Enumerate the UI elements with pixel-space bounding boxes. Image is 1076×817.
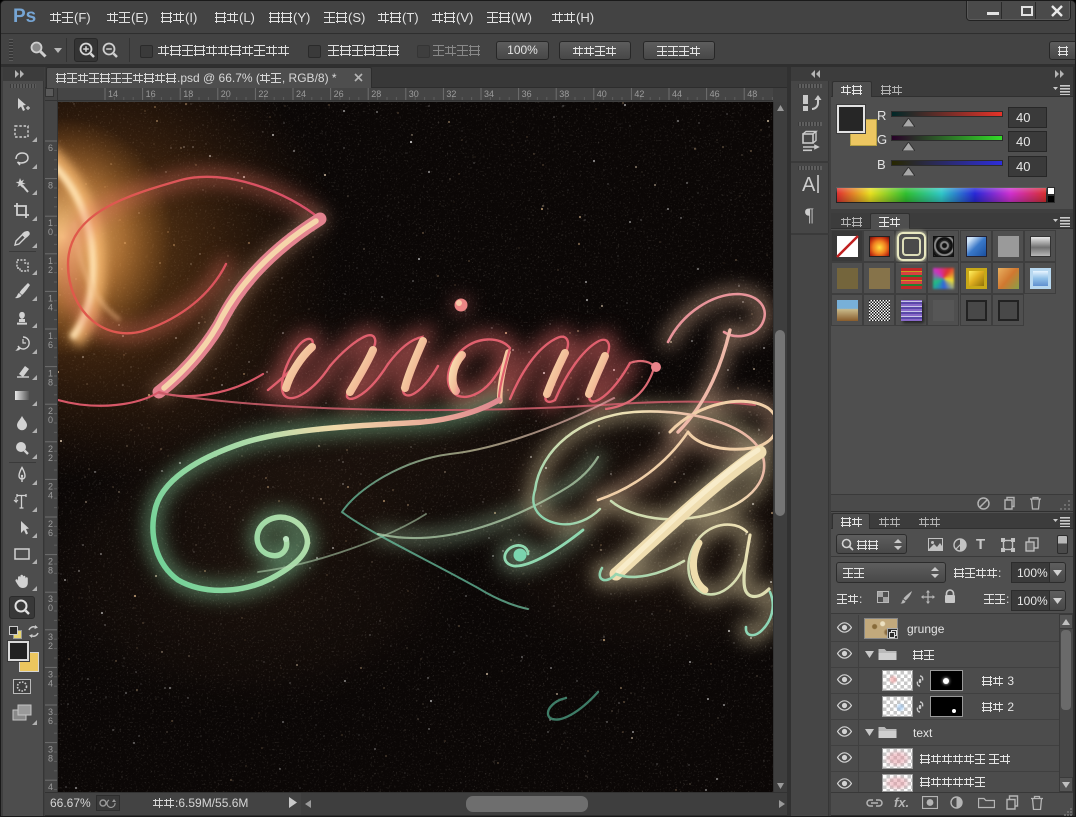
svg-text:6: 6 [48, 528, 53, 538]
svg-text:18: 18 [183, 89, 193, 99]
svg-text:6: 6 [48, 340, 53, 350]
svg-text:38: 38 [559, 89, 569, 99]
svg-text:34: 34 [484, 89, 494, 99]
svg-text:2: 2 [48, 265, 53, 275]
svg-text:2: 2 [48, 641, 53, 651]
svg-text:48: 48 [747, 89, 757, 99]
svg-text:A: A [802, 174, 816, 195]
svg-text:30: 30 [409, 89, 419, 99]
svg-text:4: 4 [48, 490, 53, 500]
svg-text:26: 26 [334, 89, 344, 99]
svg-text:44: 44 [672, 89, 682, 99]
svg-text:0: 0 [48, 415, 53, 425]
svg-text:6: 6 [48, 716, 53, 726]
svg-text:0: 0 [48, 227, 53, 237]
svg-text:36: 36 [522, 89, 532, 99]
svg-text:4: 4 [48, 302, 53, 312]
svg-text:28: 28 [371, 89, 381, 99]
svg-text:¶: ¶ [805, 205, 814, 224]
svg-text:46: 46 [710, 89, 720, 99]
svg-text:8: 8 [48, 566, 53, 576]
svg-text:42: 42 [634, 89, 644, 99]
svg-text:40: 40 [597, 89, 607, 99]
svg-text:16: 16 [146, 89, 156, 99]
svg-text:8: 8 [48, 181, 53, 191]
svg-text:24: 24 [296, 89, 306, 99]
svg-text:8: 8 [48, 754, 53, 764]
svg-text:0: 0 [48, 603, 53, 613]
svg-text:14: 14 [108, 89, 118, 99]
svg-text:20: 20 [221, 89, 231, 99]
svg-text:8: 8 [48, 378, 53, 388]
svg-text:6: 6 [48, 143, 53, 153]
svg-text:2: 2 [48, 453, 53, 463]
svg-text:32: 32 [446, 89, 456, 99]
svg-text:4: 4 [48, 678, 53, 688]
svg-text:22: 22 [258, 89, 268, 99]
